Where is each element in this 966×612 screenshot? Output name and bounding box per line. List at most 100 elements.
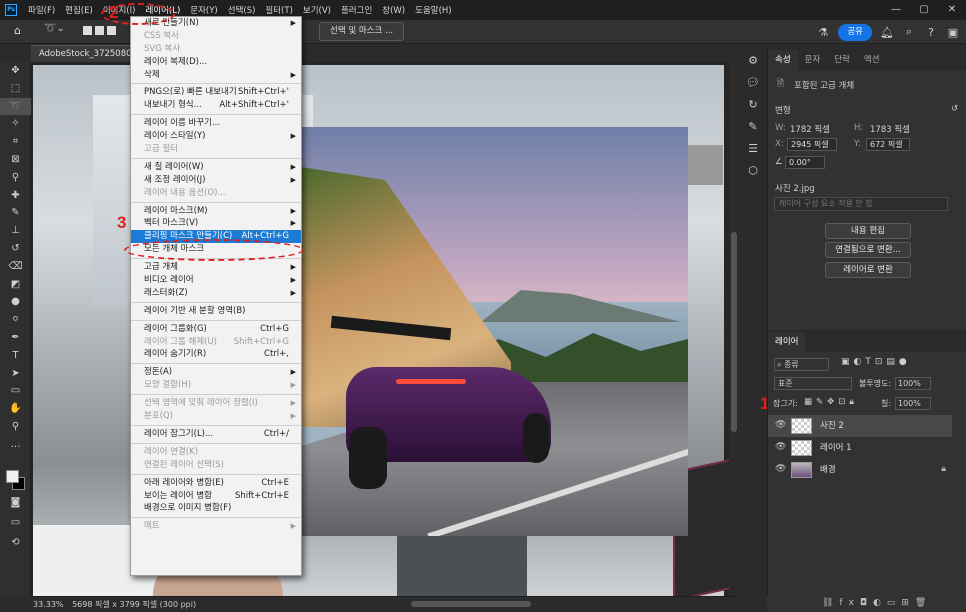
horizontal-scroll-thumb[interactable] [411,601,531,607]
layer-menu-item[interactable]: 고급 개체 ▶ [131,261,301,274]
filter-icons[interactable]: ▣◐T⊡▤● [841,357,911,367]
generative-icon[interactable]: ⟲ [0,534,31,552]
menu-window[interactable]: 창(W) [377,4,410,16]
layer-row-background[interactable]: 👁︎ 배경 🔒︎ [768,459,952,481]
new-selection-icon[interactable] [83,26,92,35]
layer-menu-item[interactable]: 레이어 기반 새 분할 영역(B) [131,305,301,318]
edit-contents-button[interactable]: 내용 편집 [825,223,911,239]
tab-character[interactable]: 문자 [798,50,828,70]
minimize-button[interactable]: — [882,0,910,20]
layer-menu-item[interactable]: 새 칠 레이어(W) ▶ [131,161,301,174]
magic-wand-icon[interactable]: ✧ [0,115,31,133]
subtract-selection-icon[interactable] [107,26,116,35]
path-select-icon[interactable]: ➤ [0,365,31,383]
eraser-tool-icon[interactable]: ⌫ [0,258,31,276]
shape-tool-icon[interactable]: ▭ [0,382,31,400]
layer-menu-item[interactable]: 레이어 잠그기(L)... Ctrl+/ [131,428,301,441]
opacity-field[interactable]: 100% [895,377,931,390]
frame-tool-icon[interactable]: ⊠ [0,151,31,169]
adjust-icon[interactable]: ⚙ [741,50,765,72]
quick-mask-icon[interactable]: ◙ [0,494,31,512]
add-selection-icon[interactable] [95,26,104,35]
layer-menu-item[interactable]: 보이는 레이어 병합 Shift+Ctrl+E [131,490,301,503]
layer-menu-item[interactable]: 정돈(A) ▶ [131,366,301,379]
visibility-eye-icon[interactable]: 👁︎ [775,420,786,430]
visibility-eye-icon[interactable]: 👁︎ [775,464,786,474]
bell-icon[interactable]: 🔔︎ [880,26,894,39]
layer-menu-item[interactable]: 비디오 레이어 ▶ [131,274,301,287]
layer-menu-item[interactable]: 배경으로 이미지 병합(F) [131,502,301,515]
reset-icon[interactable]: ↺ [951,104,958,114]
layer-menu-item[interactable]: 삭제 ▶ [131,69,301,82]
tab-actions[interactable]: 액션 [857,50,887,70]
layer-menu-item[interactable]: 레이어 복제(D)... [131,56,301,69]
foreground-color-swatch[interactable] [6,470,19,483]
share-button[interactable]: 공유 [838,23,872,41]
healing-brush-icon[interactable]: ✚ [0,187,31,205]
cube-icon[interactable]: ⬡ [741,160,765,182]
brush-settings-icon[interactable]: ✎ [741,116,765,138]
layer-menu-item[interactable]: 새 조정 레이어(J) ▶ [131,174,301,187]
layer-footer-icons[interactable]: ⛓fx◘◐▭⊞🗑︎ [822,598,932,608]
menu-file[interactable]: 파일(F) [23,4,60,16]
marquee-tool-icon[interactable]: ⬚ [0,80,31,98]
comment-icon[interactable]: 💬︎ [741,72,765,94]
tab-paragraph[interactable]: 단락 [827,50,857,70]
history-brush-icon[interactable]: ↺ [0,240,31,258]
vertical-scrollbar[interactable] [729,62,739,596]
help-icon[interactable]: ? [924,26,938,39]
menu-help[interactable]: 도움말(H) [410,4,456,16]
layer-row-photo2[interactable]: 👁︎ 사진 2 [768,415,952,437]
move-tool-icon[interactable]: ✥ [0,62,31,80]
brush-tool-icon[interactable]: ✎ [0,204,31,222]
more-tools-icon[interactable]: … [0,436,31,454]
y-field[interactable]: 672 픽셀 [866,138,910,151]
hand-tool-icon[interactable]: ✋ [0,400,31,418]
convert-to-linked-button[interactable]: 연결됨으로 변환... [825,242,911,258]
blend-mode-dropdown[interactable]: 표준 [774,377,852,390]
layer-menu-item[interactable]: 아래 레이어와 병합(E) Ctrl+E [131,477,301,490]
type-tool-icon[interactable]: T [0,347,31,365]
layer-menu-item[interactable]: 레이어 그룹화(G) Ctrl+G [131,323,301,336]
x-field[interactable]: 2945 픽셀 [787,138,837,151]
history-icon[interactable]: ↻ [741,94,765,116]
layer-row-layer1[interactable]: 👁︎ 레이어 1 [768,437,952,459]
layer-comp-dropdown[interactable]: 레이어 구성 요소 적용 안 함 [774,197,948,211]
visibility-eye-icon[interactable]: 👁︎ [775,442,786,452]
angle-field[interactable]: 0.00° [785,156,825,169]
select-and-mask-button[interactable]: 선택 및 마스크 ... [319,22,405,41]
layer-menu-item[interactable]: 레이어 이름 바꾸기... [131,117,301,130]
scroll-thumb[interactable] [731,232,737,432]
eyedropper-icon[interactable]: ⚲ [0,169,31,187]
layer-menu-item[interactable]: 레이어 스타일(Y) ▶ [131,130,301,143]
crop-tool-icon[interactable]: ⌗ [0,133,31,151]
menu-view[interactable]: 보기(V) [298,4,336,16]
menu-type[interactable]: 문자(Y) [185,4,222,16]
pen-tool-icon[interactable]: ✒ [0,329,31,347]
stamp-tool-icon[interactable]: ⊥ [0,222,31,240]
search-icon[interactable]: ⌕ [902,25,916,39]
close-button[interactable]: ✕ [938,0,966,20]
zoom-tool-icon[interactable]: ⚲ [0,418,31,436]
layer-menu-item[interactable]: 래스터화(Z) ▶ [131,287,301,300]
blur-tool-icon[interactable]: ● [0,293,31,311]
screen-mode-icon[interactable]: ▭ [0,514,31,532]
lasso-tool-icon[interactable]: ➰⌄ [44,23,66,41]
flask-icon[interactable]: ⚗ [816,26,830,39]
menu-filter[interactable]: 필터(T) [260,4,297,16]
fill-field[interactable]: 100% [895,397,931,410]
layer-menu-item[interactable]: 레이어 숨기기(R) Ctrl+, [131,348,301,361]
tab-properties[interactable]: 속성 [768,50,798,70]
dodge-tool-icon[interactable]: ⚪ [0,311,31,329]
layer-menu-item[interactable]: 벡터 마스크(V) ▶ [131,217,301,230]
convert-to-layers-button[interactable]: 레이어로 변환 [825,262,911,278]
filter-kind-dropdown[interactable]: ⌕ 종류 [774,358,829,371]
layer-menu-item[interactable]: 레이어 마스크(M) ▶ [131,205,301,218]
sliders-icon[interactable]: ☰ [741,138,765,160]
paint-bucket-icon[interactable]: ◩ [0,276,31,294]
maximize-button[interactable]: ▢ [910,0,938,20]
lasso-tool-icon[interactable]: ➰ [0,97,31,116]
zoom-level[interactable]: 33.33% [33,600,64,609]
lock-icons[interactable]: ▦✎✥⊡🔒︎ [804,397,858,407]
layer-menu-item[interactable]: 내보내기 형식... Alt+Shift+Ctrl+' [131,99,301,112]
